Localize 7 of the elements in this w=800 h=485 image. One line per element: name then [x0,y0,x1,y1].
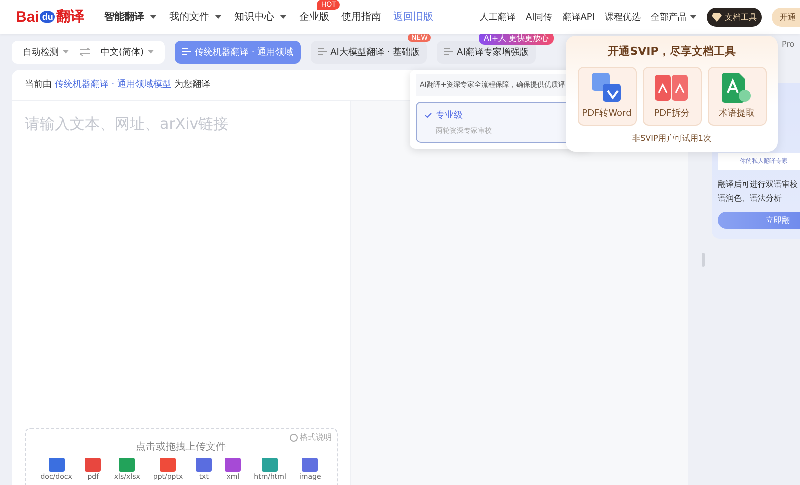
popup-title: 开通SVIP，尽享文档工具 [608,44,736,59]
sidebar-heading: Pro [782,40,796,51]
upload-title: 点击或拖拽上传文件 [136,440,226,454]
promo-description: 翻译后可进行双语审校 [718,179,799,191]
popup-footnote: 非SVIP用户可试用1次 [632,133,712,144]
promo-description: 语润色、语法分析 [718,193,783,205]
option-title: 专业级 [436,110,463,122]
